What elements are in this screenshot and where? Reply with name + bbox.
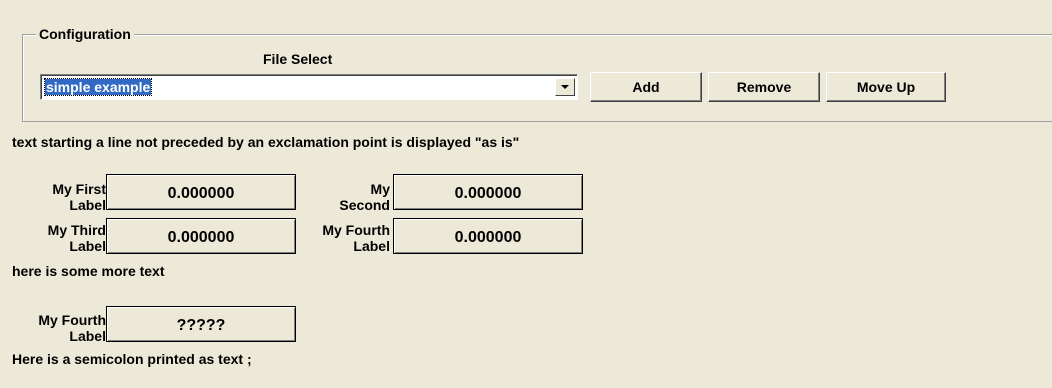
field-label-line: My Fourth	[322, 222, 390, 238]
field-label-line: Label	[353, 238, 390, 254]
move-up-button[interactable]: Move Up	[826, 72, 946, 102]
config-dialog: { "configuration": { "group_title": "Con…	[0, 0, 1052, 388]
configuration-group-title: Configuration	[36, 25, 134, 43]
field-label-second: My Second	[300, 181, 390, 213]
field-label-line: Label	[69, 328, 106, 344]
remove-button[interactable]: Remove	[708, 72, 820, 102]
field-value-first: 0.000000	[106, 174, 296, 210]
intro-text: text starting a line not preceded by an …	[12, 134, 520, 150]
chevron-down-icon	[561, 85, 569, 89]
field-label-line: My Fourth	[38, 312, 106, 328]
file-select-combobox[interactable]: simple example	[40, 74, 578, 100]
field-label-line: My	[370, 181, 390, 197]
field-label-line: My Third	[47, 222, 106, 238]
field-label-fourth-repeat: My Fourth Label	[16, 312, 106, 344]
field-label-fourth: My Fourth Label	[300, 222, 390, 254]
file-select-label: File Select	[263, 51, 333, 67]
field-value-second: 0.000000	[393, 174, 583, 210]
field-value-fourth: 0.000000	[393, 218, 583, 254]
field-value-third: 0.000000	[106, 218, 296, 254]
more-text: here is some more text	[12, 263, 165, 279]
field-label-line: My First	[52, 181, 106, 197]
file-select-dropdown-button[interactable]	[555, 78, 575, 96]
field-label-line: Label	[69, 238, 106, 254]
file-select-value[interactable]: simple example	[43, 78, 153, 96]
field-label-line: Second	[339, 197, 390, 213]
semicolon-text: Here is a semicolon printed as text ;	[12, 351, 252, 367]
add-button[interactable]: Add	[590, 72, 702, 102]
field-value-unknown: ?????	[106, 306, 296, 342]
field-label-third: My Third Label	[16, 222, 106, 254]
field-label-first: My First Label	[16, 181, 106, 213]
field-label-line: Label	[69, 197, 106, 213]
